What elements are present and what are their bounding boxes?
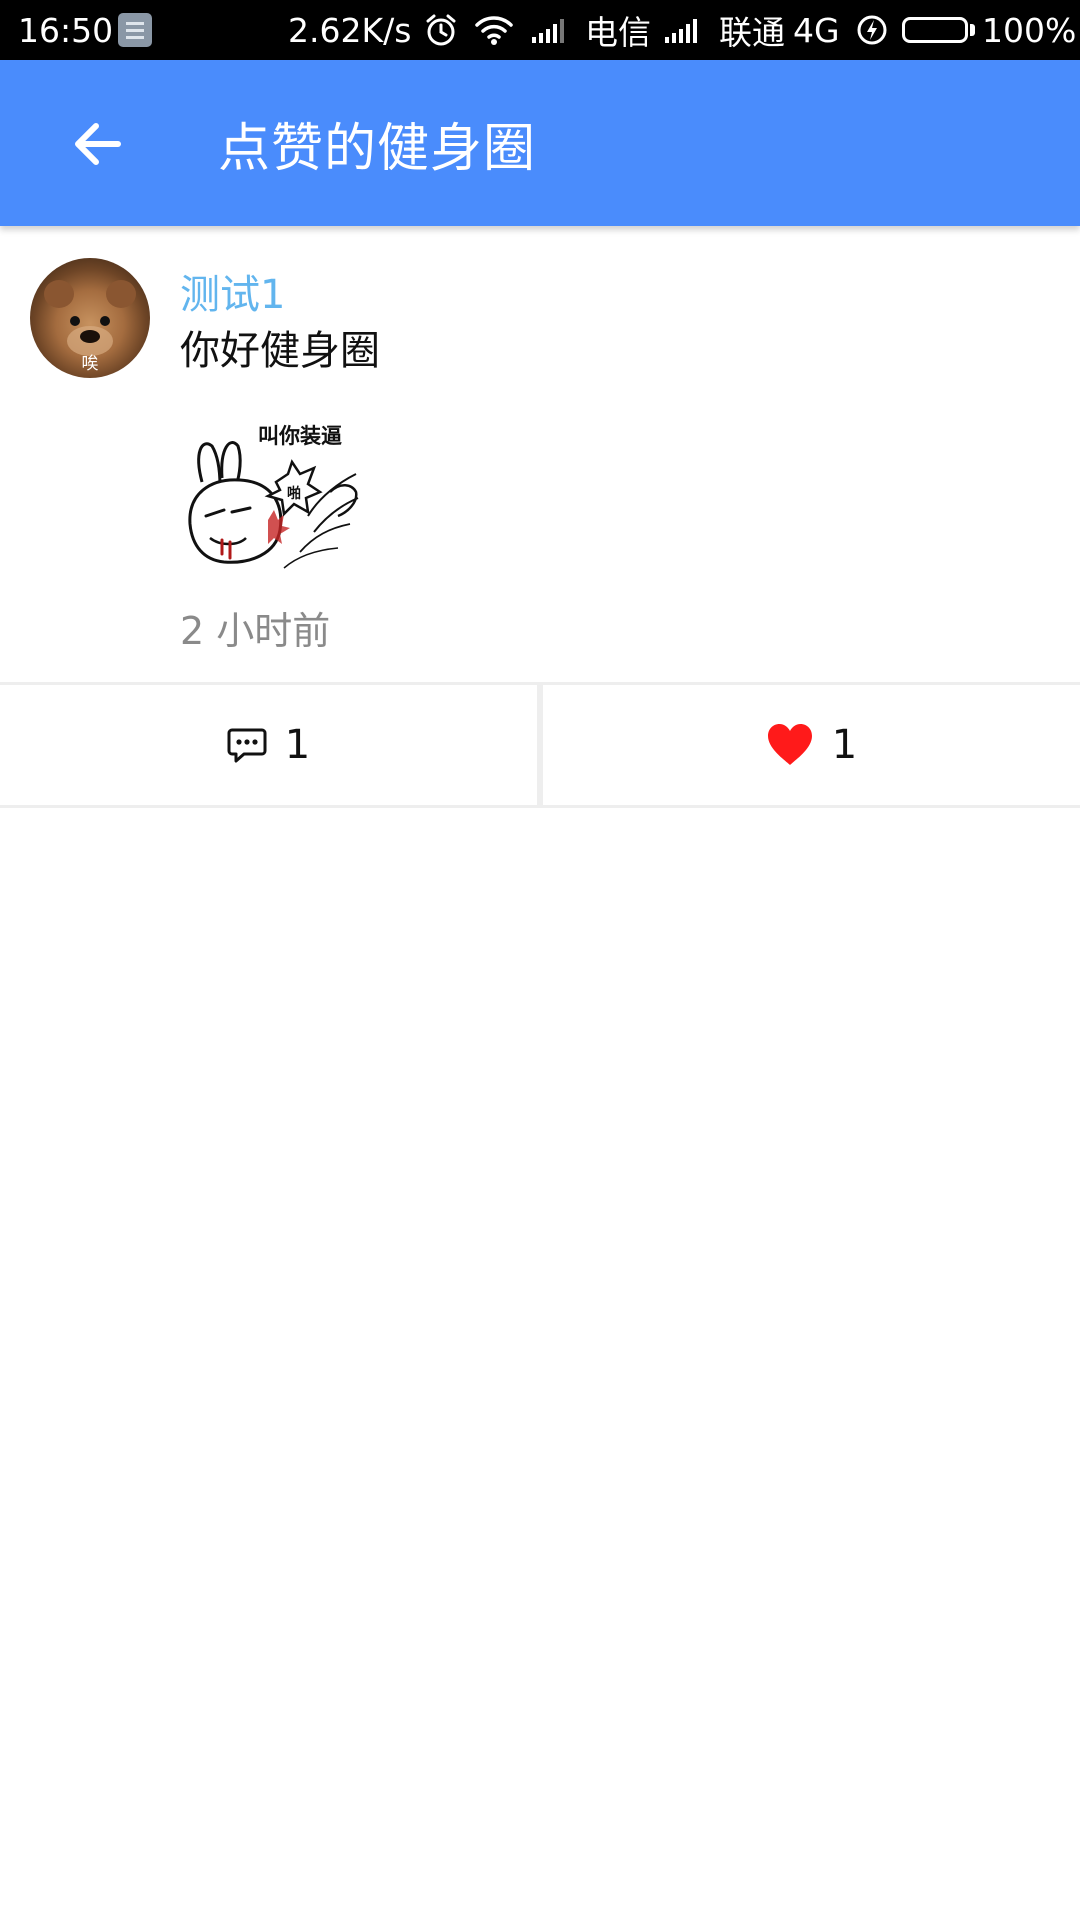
page-title: 点赞的健身圈 — [218, 118, 537, 179]
arrow-left-icon — [75, 123, 121, 165]
battery-percent: 100% — [982, 10, 1077, 50]
rabbit-slap-sticker: 啪 — [188, 441, 359, 569]
wifi-icon — [474, 0, 514, 60]
carrier-2: 联通 — [719, 13, 785, 52]
alarm-icon — [424, 0, 458, 60]
post-text: 你好健身圈 — [180, 328, 380, 374]
signal-icon — [530, 0, 570, 60]
post-time: 2 小时前 — [180, 609, 331, 653]
comment-button[interactable]: 1 — [0, 685, 537, 805]
avatar[interactable]: 唉 — [30, 258, 150, 378]
user-name[interactable]: 测试1 — [180, 262, 285, 320]
slap-sound-text: 啪 — [287, 485, 301, 502]
charging-icon — [856, 0, 888, 60]
notification-icon — [118, 0, 152, 60]
status-time: 16:50 — [18, 10, 114, 50]
comment-icon — [227, 728, 267, 763]
heart-icon — [767, 724, 812, 765]
post-actions: 1 1 — [0, 682, 1080, 808]
status-bar: 16:50 2.62K/s 电信 联通 4G 100% — [0, 0, 1080, 60]
carrier-1: 电信 — [585, 13, 651, 52]
comment-count: 1 — [284, 722, 311, 768]
network-type: 4G — [793, 10, 840, 50]
like-count: 1 — [831, 722, 858, 768]
signal-icon — [663, 0, 703, 60]
post-image[interactable]: 叫你装逼 啪 — [180, 412, 360, 577]
back-button[interactable] — [60, 106, 136, 182]
avatar-caption: 唉 — [81, 354, 99, 374]
net-speed: 2.62K/s — [288, 10, 412, 50]
battery-icon — [902, 0, 975, 60]
app-toolbar: 点赞的健身圈 — [0, 60, 1080, 226]
like-button[interactable]: 1 — [543, 685, 1080, 805]
